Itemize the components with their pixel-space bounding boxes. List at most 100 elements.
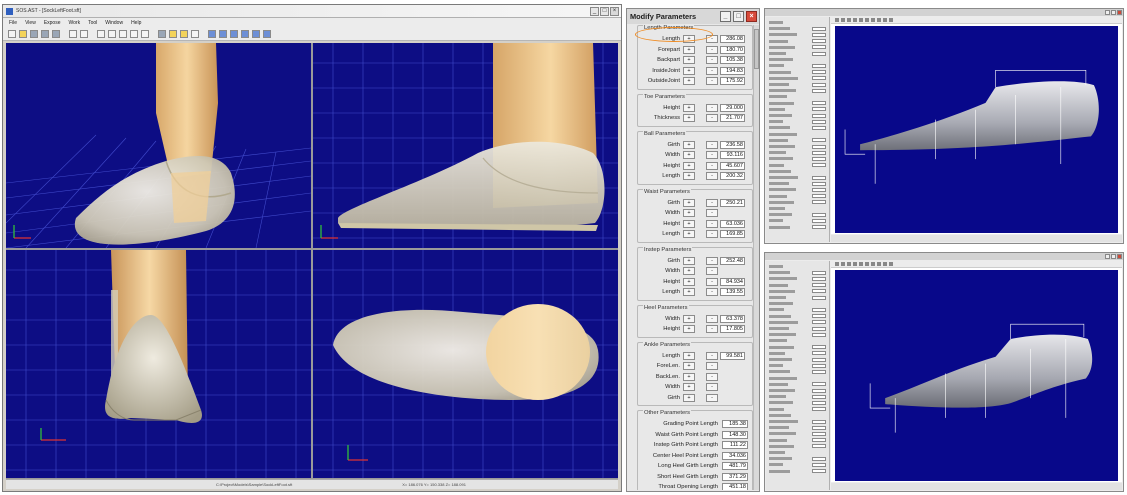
increase-button[interactable]: + bbox=[683, 230, 695, 239]
increase-button[interactable]: + bbox=[683, 198, 695, 207]
decrease-button[interactable]: - bbox=[706, 35, 718, 44]
decrease-button[interactable]: - bbox=[706, 45, 718, 54]
redo-icon[interactable] bbox=[80, 30, 88, 38]
param-value-field[interactable]: 286.08 bbox=[720, 35, 745, 44]
param-value-field[interactable] bbox=[720, 362, 745, 370]
back-view-icon[interactable] bbox=[241, 30, 249, 38]
param-value-field[interactable]: 451.18 bbox=[722, 483, 748, 490]
param-value-field[interactable]: 185.38 bbox=[722, 420, 748, 429]
decrease-button[interactable]: - bbox=[706, 103, 718, 112]
increase-button[interactable]: + bbox=[683, 393, 695, 402]
increase-button[interactable]: + bbox=[683, 277, 695, 286]
decrease-button[interactable]: - bbox=[706, 351, 718, 360]
viewport-perspective[interactable] bbox=[6, 43, 311, 248]
print-icon[interactable] bbox=[41, 30, 49, 38]
increase-button[interactable]: + bbox=[683, 267, 695, 276]
decrease-button[interactable]: - bbox=[706, 325, 718, 334]
scrollbar-thumb[interactable] bbox=[754, 29, 759, 69]
decrease-button[interactable]: - bbox=[706, 209, 718, 218]
light-icon[interactable] bbox=[180, 30, 188, 38]
zoom-out-icon[interactable] bbox=[108, 30, 116, 38]
viewport-side[interactable] bbox=[313, 43, 618, 248]
new-file-icon[interactable] bbox=[8, 30, 16, 38]
increase-button[interactable]: + bbox=[683, 56, 695, 65]
increase-button[interactable]: + bbox=[683, 161, 695, 170]
param-value-field[interactable]: 200.32 bbox=[720, 172, 745, 181]
menu-work[interactable]: Work bbox=[69, 20, 81, 26]
decrease-button[interactable]: - bbox=[706, 230, 718, 239]
maximize-button[interactable]: □ bbox=[600, 6, 609, 16]
param-value-field[interactable]: 194.83 bbox=[720, 66, 745, 75]
increase-button[interactable]: + bbox=[683, 103, 695, 112]
zoom-in-icon[interactable] bbox=[97, 30, 105, 38]
zoom-window-icon[interactable] bbox=[119, 30, 127, 38]
top-view-icon[interactable] bbox=[230, 30, 238, 38]
param-value-field[interactable]: 84.934 bbox=[720, 277, 745, 286]
decrease-button[interactable]: - bbox=[706, 172, 718, 181]
param-value-field[interactable]: 21.707 bbox=[720, 114, 745, 123]
decrease-button[interactable]: - bbox=[706, 267, 718, 276]
decrease-button[interactable]: - bbox=[706, 56, 718, 65]
param-value-field[interactable]: 99.581 bbox=[720, 351, 745, 360]
decrease-button[interactable]: - bbox=[706, 372, 718, 381]
decrease-button[interactable]: - bbox=[706, 151, 718, 160]
pan-icon[interactable] bbox=[141, 30, 149, 38]
param-value-field[interactable] bbox=[720, 267, 745, 275]
param-value-field[interactable] bbox=[720, 394, 745, 402]
decrease-button[interactable]: - bbox=[706, 140, 718, 149]
increase-button[interactable]: + bbox=[683, 140, 695, 149]
param-value-field[interactable]: 105.38 bbox=[720, 56, 745, 65]
rotate-icon[interactable] bbox=[130, 30, 138, 38]
undo-icon[interactable] bbox=[69, 30, 77, 38]
increase-button[interactable]: + bbox=[683, 351, 695, 360]
param-value-field[interactable]: 169.85 bbox=[720, 230, 745, 239]
param-value-field[interactable]: 148.30 bbox=[722, 430, 748, 439]
param-value-field[interactable]: 45.607 bbox=[720, 161, 745, 170]
decrease-button[interactable]: - bbox=[706, 198, 718, 207]
menu-window[interactable]: Window bbox=[105, 20, 123, 26]
param-value-field[interactable]: 175.92 bbox=[720, 77, 745, 86]
decrease-button[interactable]: - bbox=[706, 256, 718, 265]
decrease-button[interactable]: - bbox=[706, 314, 718, 323]
menu-tool[interactable]: Tool bbox=[88, 20, 97, 26]
decrease-button[interactable]: - bbox=[706, 383, 718, 392]
decrease-button[interactable]: - bbox=[706, 288, 718, 297]
viewport-front[interactable] bbox=[6, 250, 311, 478]
decrease-button[interactable]: - bbox=[706, 219, 718, 228]
increase-button[interactable]: + bbox=[683, 372, 695, 381]
viewport-top[interactable] bbox=[313, 250, 618, 478]
wire-icon[interactable] bbox=[191, 30, 199, 38]
view-cube-icon[interactable] bbox=[158, 30, 166, 38]
param-value-field[interactable]: 481.79 bbox=[722, 462, 748, 471]
param-value-field[interactable]: 180.70 bbox=[720, 45, 745, 54]
param-value-field[interactable]: 252.48 bbox=[720, 256, 745, 265]
save-icon[interactable] bbox=[30, 30, 38, 38]
param-value-field[interactable]: 236.58 bbox=[720, 140, 745, 149]
increase-button[interactable]: + bbox=[683, 209, 695, 218]
param-value-field[interactable]: 111.22 bbox=[722, 441, 748, 450]
increase-button[interactable]: + bbox=[683, 35, 695, 44]
decrease-button[interactable]: - bbox=[706, 66, 718, 75]
increase-button[interactable]: + bbox=[683, 151, 695, 160]
print-preview-icon[interactable] bbox=[52, 30, 60, 38]
panel-maximize-button[interactable]: □ bbox=[733, 11, 744, 22]
panel-close-button[interactable]: × bbox=[746, 11, 757, 22]
increase-button[interactable]: + bbox=[683, 383, 695, 392]
panel-minimize-button[interactable]: _ bbox=[720, 11, 731, 22]
increase-button[interactable]: + bbox=[683, 314, 695, 323]
four-view-icon[interactable] bbox=[263, 30, 271, 38]
param-value-field[interactable] bbox=[720, 383, 745, 391]
open-folder-icon[interactable] bbox=[19, 30, 27, 38]
increase-button[interactable]: + bbox=[683, 288, 695, 297]
param-value-field[interactable]: 17.805 bbox=[720, 325, 745, 334]
decrease-button[interactable]: - bbox=[706, 277, 718, 286]
param-value-field[interactable]: 139.55 bbox=[720, 288, 745, 297]
param-value-field[interactable]: 29.000 bbox=[720, 103, 745, 112]
param-value-field[interactable]: 93.116 bbox=[720, 151, 745, 160]
param-value-field[interactable] bbox=[720, 373, 745, 381]
increase-button[interactable]: + bbox=[683, 256, 695, 265]
increase-button[interactable]: + bbox=[683, 219, 695, 228]
param-value-field[interactable]: 63.378 bbox=[720, 314, 745, 323]
menu-expose[interactable]: Expose bbox=[44, 20, 61, 26]
decrease-button[interactable]: - bbox=[706, 362, 718, 371]
